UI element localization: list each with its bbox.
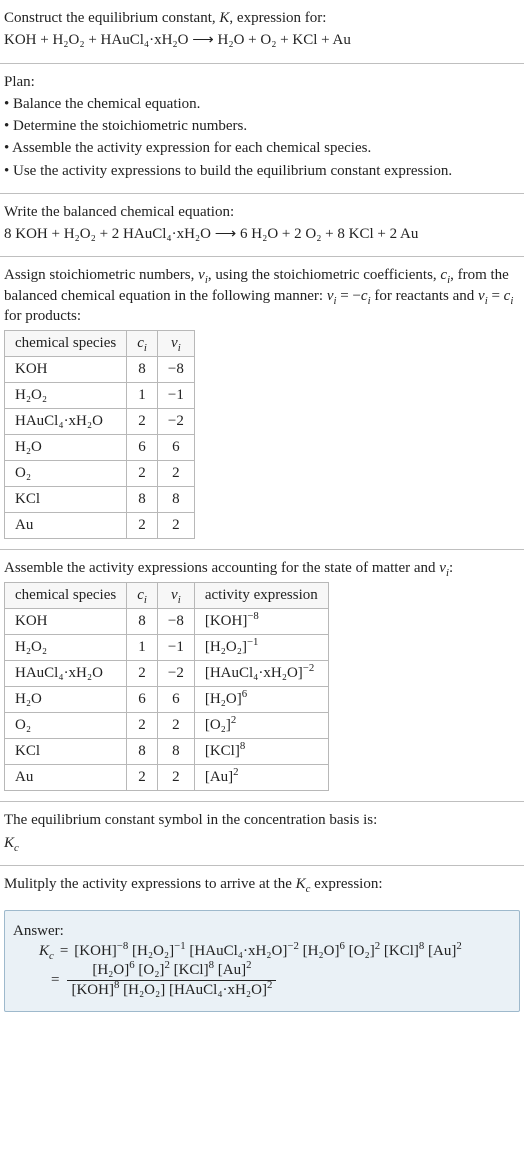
kc-fraction-line: = [H₂O]6 [O₂]2 [KCl]8 [Au]2 [KOH]8 [H₂O₂…	[39, 960, 511, 1001]
table-row: HAuCl₄·xH₂O2−2	[5, 409, 195, 435]
intro-title: Construct the equilibrium constant, K, e…	[4, 8, 520, 28]
plan-heading: Plan:	[4, 72, 520, 92]
intro-reaction: KOH + H₂O₂ + HAuCl₄·xH₂O ⟶ H₂O + O₂ + KC…	[4, 30, 520, 50]
table-header-row: chemical species ci νi activity expressi…	[5, 583, 329, 609]
table-row: H₂O₂1−1	[5, 383, 195, 409]
stoich-header-nui: νi	[157, 331, 194, 357]
kc-fraction: [H₂O]6 [O₂]2 [KCl]8 [Au]2 [KOH]8 [H₂O₂] …	[67, 962, 276, 999]
table-row: Au22[Au]2	[5, 765, 329, 791]
balanced-section: Write the balanced chemical equation: 8 …	[0, 194, 524, 258]
table-row: H₂O66	[5, 435, 195, 461]
stoich-intro: Assign stoichiometric numbers, νi, using…	[4, 265, 520, 326]
table-row: HAuCl₄·xH₂O2−2[HAuCl₄·xH₂O]−2	[5, 661, 329, 687]
table-row: KCl88[KCl]8	[5, 739, 329, 765]
intro-section: Construct the equilibrium constant, K, e…	[0, 0, 524, 64]
equals-sign: =	[58, 943, 70, 960]
kc-symbol-section: The equilibrium constant symbol in the c…	[0, 802, 524, 866]
kc-fraction-num: [H₂O]6 [O₂]2 [KCl]8 [Au]2	[67, 962, 276, 981]
plan-bullet-3: • Use the activity expressions to build …	[4, 161, 520, 181]
final-section: Mulitply the activity expressions to arr…	[0, 866, 524, 906]
activity-table: chemical species ci νi activity expressi…	[4, 582, 329, 791]
table-header-row: chemical species ci νi	[5, 331, 195, 357]
table-row: KOH8−8	[5, 357, 195, 383]
kc-label: Kc	[39, 943, 54, 960]
final-intro: Mulitply the activity expressions to arr…	[4, 874, 520, 894]
kc-symbol-intro: The equilibrium constant symbol in the c…	[4, 810, 520, 830]
activity-header-nui: νi	[157, 583, 194, 609]
table-row: Au22	[5, 513, 195, 539]
stoich-header-ci: ci	[127, 331, 158, 357]
table-row: O₂22	[5, 461, 195, 487]
balanced-heading: Write the balanced chemical equation:	[4, 202, 520, 222]
equals-sign-2: =	[49, 972, 61, 989]
activity-header-expr: activity expression	[194, 583, 328, 609]
plan-bullet-1: • Determine the stoichiometric numbers.	[4, 116, 520, 136]
table-row: KCl88	[5, 487, 195, 513]
table-row: H₂O66[H₂O]6	[5, 687, 329, 713]
activity-header-species: chemical species	[5, 583, 127, 609]
kc-product-terms: [KOH]−8 [H₂O₂]−1 [HAuCl₄·xH₂O]−2 [H₂O]6 …	[74, 943, 461, 960]
stoich-header-species: chemical species	[5, 331, 127, 357]
kc-symbol: Kc	[4, 833, 520, 853]
table-row: KOH8−8[KOH]−8	[5, 609, 329, 635]
kc-product-line: Kc = [KOH]−8 [H₂O₂]−1 [HAuCl₄·xH₂O]−2 [H…	[39, 943, 511, 960]
activity-intro: Assemble the activity expressions accoun…	[4, 558, 520, 578]
kc-fraction-den: [KOH]8 [H₂O₂] [HAuCl₄·xH₂O]2	[67, 981, 276, 999]
plan-bullet-0: • Balance the chemical equation.	[4, 94, 520, 114]
answer-label: Answer:	[13, 921, 511, 941]
stoich-table: chemical species ci νi KOH8−8 H₂O₂1−1 HA…	[4, 330, 195, 539]
stoich-section: Assign stoichiometric numbers, νi, using…	[0, 257, 524, 550]
activity-section: Assemble the activity expressions accoun…	[0, 550, 524, 802]
plan-section: Plan: • Balance the chemical equation. •…	[0, 64, 524, 194]
balanced-equation: 8 KOH + H₂O₂ + 2 HAuCl₄·xH₂O ⟶ 6 H₂O + 2…	[4, 224, 520, 244]
plan-bullet-2: • Assemble the activity expression for e…	[4, 138, 520, 158]
table-row: O₂22[O₂]2	[5, 713, 329, 739]
table-row: H₂O₂1−1[H₂O₂]−1	[5, 635, 329, 661]
activity-header-ci: ci	[127, 583, 158, 609]
answer-box: Answer: Kc = [KOH]−8 [H₂O₂]−1 [HAuCl₄·xH…	[4, 910, 520, 1012]
